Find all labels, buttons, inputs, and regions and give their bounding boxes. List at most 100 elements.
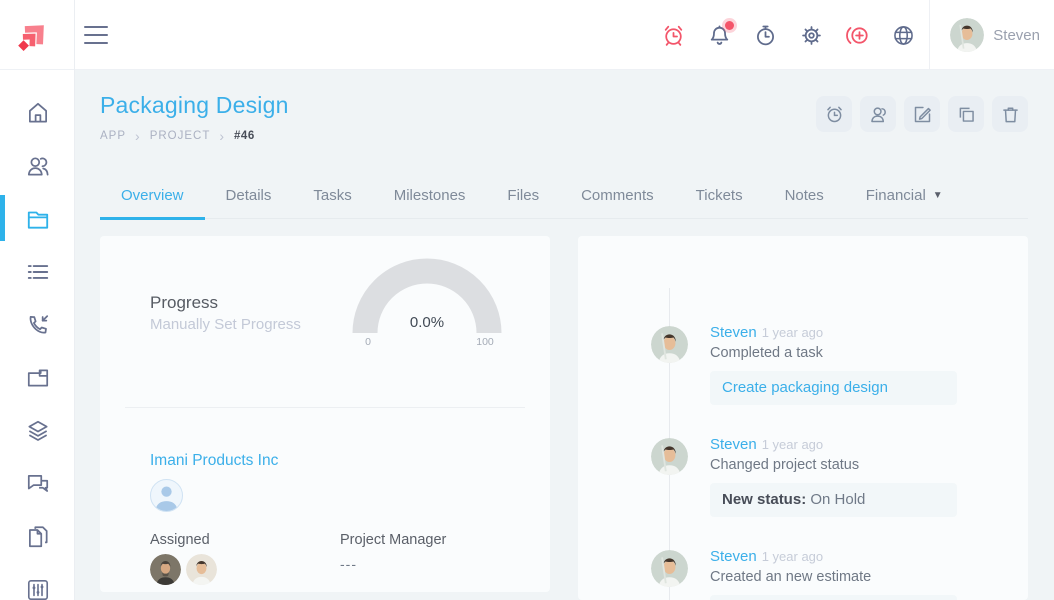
gauge-value: 0.0% <box>409 314 445 331</box>
language-globe-icon[interactable] <box>890 22 916 48</box>
assigned-avatar-1[interactable] <box>150 554 181 585</box>
gauge-max-label: 100 <box>476 336 494 348</box>
company-avatar[interactable] <box>150 479 183 512</box>
company-link[interactable]: Imani Products Inc <box>150 452 278 470</box>
activity-detail-status: New status: On Hold <box>710 483 957 517</box>
layers-icon <box>27 420 48 441</box>
sidebar-item-payments[interactable] <box>0 351 75 404</box>
app-window: Steven Packaging Design APP › PROJECT › … <box>0 0 1054 600</box>
topbar-icon-group <box>660 0 916 70</box>
tab-files[interactable]: Files <box>486 174 560 220</box>
sidebar-item-tasks[interactable] <box>0 245 75 298</box>
home-icon <box>28 102 47 123</box>
tab-comments[interactable]: Comments <box>560 174 675 220</box>
edit-button[interactable] <box>904 96 940 132</box>
activity-action-text: Completed a task <box>710 345 823 361</box>
breadcrumb-item-project[interactable]: PROJECT <box>150 130 211 142</box>
chevron-down-icon: ▼ <box>932 190 943 201</box>
sidebar-toggle-button[interactable] <box>84 24 110 46</box>
settings-gear-icon[interactable] <box>798 22 824 48</box>
users-icon <box>27 156 49 176</box>
chat-bubbles-icon <box>27 474 48 492</box>
gauge-min-label: 0 <box>365 336 371 348</box>
sidebar-item-preferences[interactable] <box>0 563 75 600</box>
notifications-bell-icon[interactable] <box>706 21 734 48</box>
user-avatar <box>950 18 985 52</box>
alarm-clock-icon[interactable] <box>660 22 686 48</box>
notification-badge <box>725 21 734 30</box>
delete-button[interactable] <box>992 96 1028 132</box>
timer-icon[interactable] <box>752 22 778 48</box>
activity-timestamp: 1 year ago <box>761 437 824 452</box>
activity-item: Steven 1 year ago Changed project status … <box>578 436 1028 517</box>
sidebar-item-home[interactable] <box>0 86 75 139</box>
breadcrumb-item-app[interactable]: APP <box>100 130 126 142</box>
activity-item: Steven 1 year ago Completed a task Create… <box>578 324 1028 405</box>
sliders-icon <box>27 579 48 600</box>
folder-icon <box>27 211 48 229</box>
sidebar-item-messages[interactable] <box>0 457 75 510</box>
progress-card: Progress Manually Set Progress 0.0% 0 10… <box>100 236 550 592</box>
activity-timestamp: 1 year ago <box>761 549 824 564</box>
tab-notes[interactable]: Notes <box>764 174 845 220</box>
progress-subtitle: Manually Set Progress <box>150 316 301 333</box>
assigned-avatars <box>150 554 217 585</box>
sidebar-item-items[interactable] <box>0 404 75 457</box>
progress-title: Progress <box>150 293 219 312</box>
topbar-divider <box>929 0 930 70</box>
app-logo[interactable] <box>0 0 75 70</box>
phone-incoming-icon <box>29 314 48 333</box>
breadcrumb-item-current: #46 <box>234 130 255 142</box>
activity-user-link[interactable]: Steven <box>710 436 757 453</box>
status-value: On Hold <box>810 491 866 508</box>
sidebar-item-clients[interactable] <box>0 139 75 192</box>
activity-card: Steven 1 year ago Completed a task Create… <box>578 236 1028 600</box>
tab-milestones[interactable]: Milestones <box>373 174 487 220</box>
page-title: Packaging Design <box>100 92 289 118</box>
assigned-avatar-2[interactable] <box>186 554 217 585</box>
project-tabs: Overview Details Tasks Milestones Files … <box>100 174 1028 220</box>
breadcrumb: APP › PROJECT › #46 <box>100 128 255 144</box>
project-manager-value: --- <box>340 556 357 572</box>
clone-button[interactable] <box>948 96 984 132</box>
sidebar-item-documents[interactable] <box>0 510 75 563</box>
sidebar-item-calls[interactable] <box>0 298 75 351</box>
breadcrumb-separator-icon: › <box>135 128 141 144</box>
tab-tickets[interactable]: Tickets <box>675 174 764 220</box>
list-icon <box>27 264 48 279</box>
tab-financial[interactable]: Financial ▼ <box>845 174 964 220</box>
assign-user-button[interactable] <box>860 96 896 132</box>
activity-avatar[interactable] <box>651 550 688 587</box>
brand-logo-icon <box>18 25 44 51</box>
activity-timestamp: 1 year ago <box>761 325 824 340</box>
tab-tasks[interactable]: Tasks <box>292 174 372 220</box>
sidebar-item-projects[interactable] <box>0 192 75 245</box>
project-action-buttons <box>816 96 1028 132</box>
activity-user-link[interactable]: Steven <box>710 324 757 341</box>
assigned-label: Assigned <box>150 532 210 548</box>
quick-add-icon[interactable] <box>844 22 870 48</box>
breadcrumb-separator-icon: › <box>219 128 226 144</box>
activity-detail-box <box>710 595 957 600</box>
wallet-icon <box>27 369 48 386</box>
documents-icon <box>28 525 48 547</box>
user-menu[interactable]: Steven <box>950 0 1040 70</box>
sidebar-nav <box>0 70 75 600</box>
activity-item: Steven 1 year ago Created an new estimate <box>578 548 1028 600</box>
progress-gauge: 0.0% 0 100 <box>352 258 502 348</box>
project-manager-label: Project Manager <box>340 532 447 548</box>
user-name: Steven <box>993 26 1040 44</box>
reminder-button[interactable] <box>816 96 852 132</box>
tab-overview[interactable]: Overview <box>100 174 205 220</box>
status-label: New status: <box>722 491 807 508</box>
activity-action-text: Changed project status <box>710 457 860 473</box>
activity-detail-link[interactable]: Create packaging design <box>710 371 957 405</box>
activity-avatar[interactable] <box>651 326 688 363</box>
main-content: Packaging Design APP › PROJECT › #46 Ove… <box>75 70 1054 600</box>
activity-avatar[interactable] <box>651 438 688 475</box>
activity-action-text: Created an new estimate <box>710 569 872 585</box>
activity-user-link[interactable]: Steven <box>710 548 757 565</box>
card-divider <box>125 407 525 408</box>
top-bar: Steven <box>0 0 1054 70</box>
tab-details[interactable]: Details <box>205 174 293 220</box>
